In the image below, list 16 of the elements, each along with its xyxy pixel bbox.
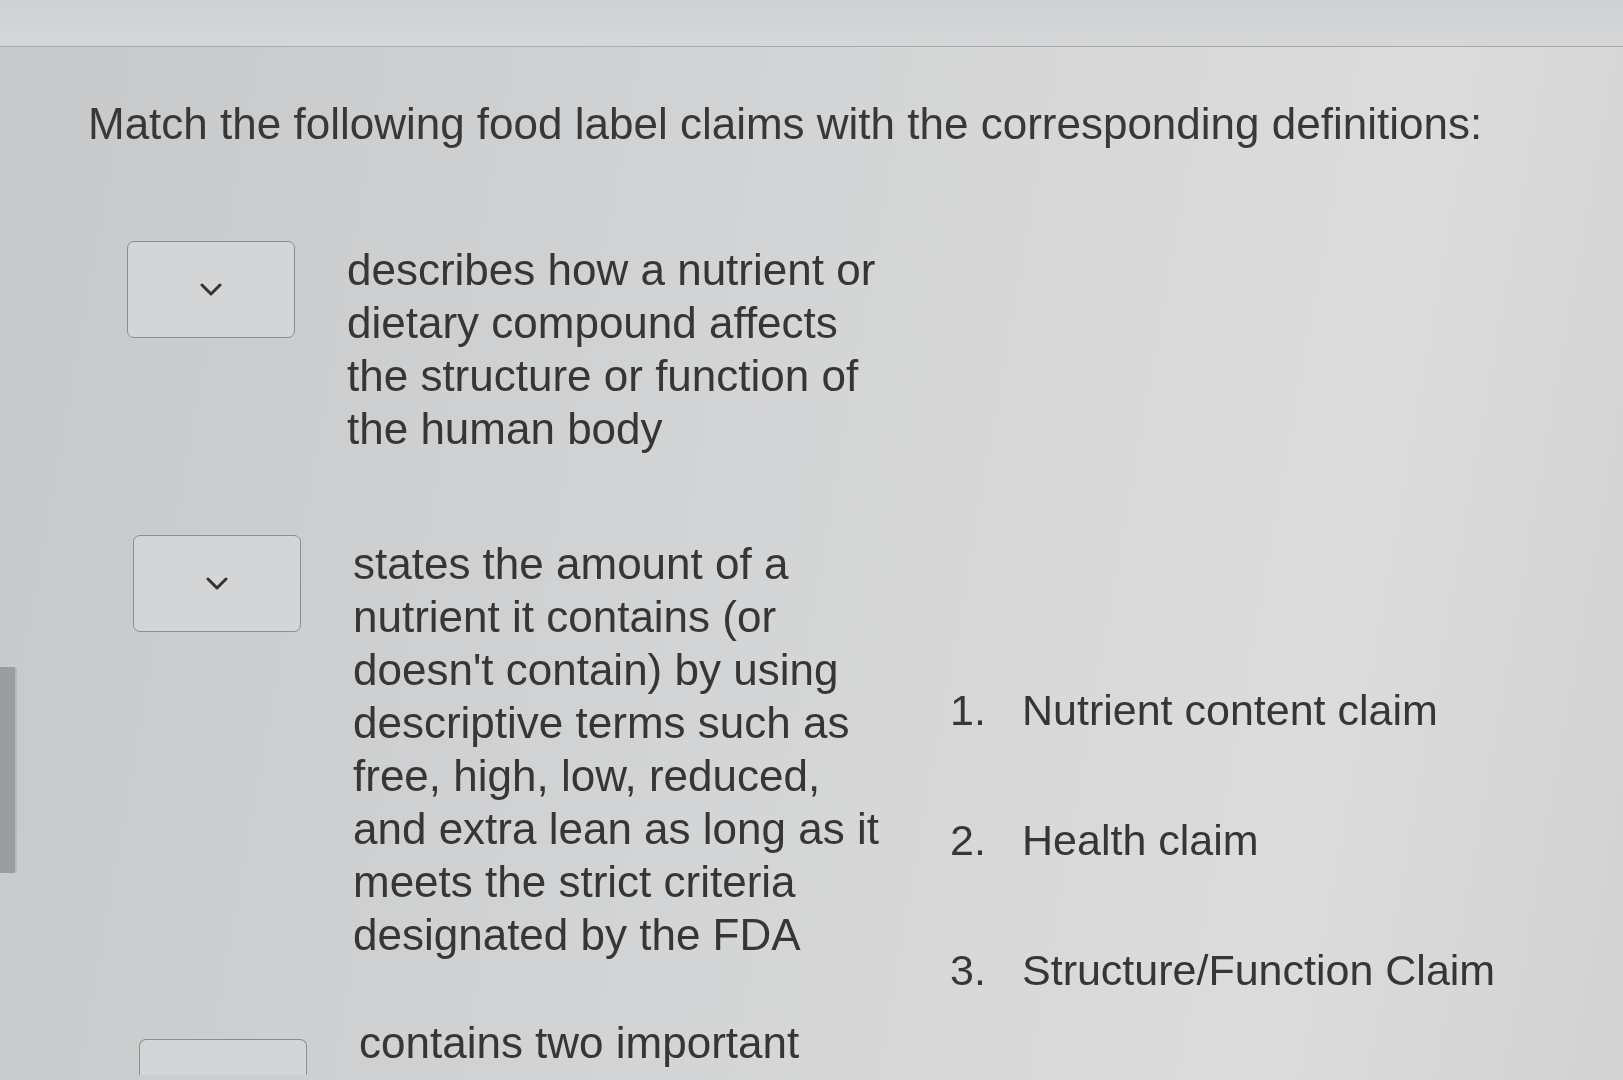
definition-text: contains two important — [359, 1019, 800, 1067]
choice-label: Nutrient content claim — [1022, 685, 1438, 736]
side-panel-tab[interactable] — [0, 667, 17, 873]
choice-label: Health claim — [1022, 815, 1259, 866]
list-number: 2. — [950, 815, 987, 866]
dropdown-field[interactable] — [127, 241, 295, 338]
chevron-down-icon — [206, 577, 228, 590]
list-number: 1. — [950, 685, 987, 736]
list-number: 3. — [950, 945, 987, 996]
question-text: Match the following food label claims with the corresponding definitions: — [88, 99, 1483, 149]
dropdown-field[interactable] — [139, 1039, 307, 1075]
definition-text: states the amount of a nutrient it contains (or doesn't contain) by using descriptive terms such as free, high, low, reduced, and extra lean as long as it meets the strict criteria designated by the FDA — [353, 538, 879, 961]
definition-text: describes how a nutrient or dietary compound affects the structure or function of the human body — [347, 244, 876, 455]
dropdown-field[interactable] — [133, 535, 301, 632]
choice-label: Structure/Function Claim — [1022, 945, 1496, 996]
chevron-down-icon — [200, 283, 222, 296]
